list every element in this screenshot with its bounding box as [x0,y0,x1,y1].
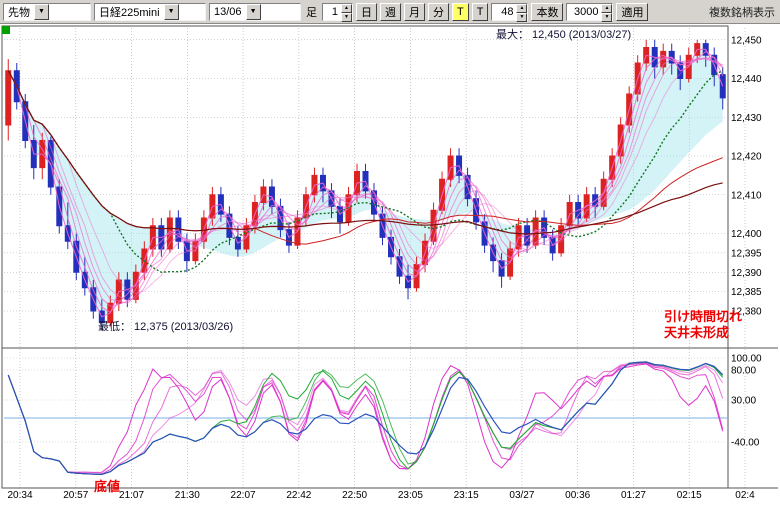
svg-text:12,380: 12,380 [731,307,762,318]
tick-count-stepper[interactable]: 48 ▲▼ [491,3,528,21]
symbol-select-value: 日経225mini [95,4,164,20]
spinner-arrows-icon[interactable]: ▲▼ [341,4,352,20]
svg-text:12,440: 12,440 [731,74,762,85]
bars-value: 3000 [567,4,601,20]
svg-text:02:15: 02:15 [677,490,702,500]
tick-count-value: 48 [492,4,516,20]
svg-text:12,390: 12,390 [731,268,762,279]
tick-mode-toggle[interactable]: T [452,3,469,21]
price-chart-canvas[interactable]: 12,450 12,440 12,430 12,420 12,410 12,400 12,3… [0,24,780,500]
svg-text:02:4: 02:4 [735,490,755,500]
svg-text:22:07: 22:07 [231,490,256,500]
category-select[interactable]: 先物 ▼ [3,3,91,21]
apply-button[interactable]: 適用 [616,3,648,21]
svg-text:01:27: 01:27 [621,490,646,500]
svg-text:-40.00: -40.00 [731,438,760,449]
toolbar: 先物 ▼ 日経225mini ▼ 13/06 ▼ 足 1 ▲▼ 日 週 月 分 … [0,0,780,24]
svg-text:21:07: 21:07 [119,490,144,500]
chart-area: 12,450 12,440 12,430 12,420 12,410 12,400 12,3… [0,24,780,500]
period-day-button[interactable]: 日 [356,3,377,21]
chevron-down-icon[interactable]: ▼ [34,4,49,20]
bars-stepper[interactable]: 3000 ▲▼ [566,3,613,21]
spinner-arrows-icon[interactable]: ▲▼ [601,4,612,20]
svg-text:30.00: 30.00 [731,396,756,407]
period-minute-button[interactable]: 分 [428,3,449,21]
svg-text:12,385: 12,385 [731,287,762,298]
corner-marker-icon [2,26,10,34]
svg-text:12,410: 12,410 [731,190,762,201]
svg-text:100.00: 100.00 [731,354,762,365]
interval-value: 1 [323,4,341,20]
category-select-value: 先物 [4,4,34,20]
t-button[interactable]: T [472,3,489,21]
svg-text:12,420: 12,420 [731,152,762,163]
interval-stepper[interactable]: 1 ▲▼ [322,3,353,21]
svg-text:22:42: 22:42 [286,490,311,500]
svg-text:23:05: 23:05 [398,490,423,500]
svg-text:20:34: 20:34 [7,490,32,500]
svg-text:12,430: 12,430 [731,113,762,124]
contract-select[interactable]: 13/06 ▼ [209,3,301,21]
chevron-down-icon[interactable]: ▼ [246,4,261,20]
symbol-select[interactable]: 日経225mini ▼ [94,3,206,21]
svg-text:12,395: 12,395 [731,248,762,259]
period-week-button[interactable]: 週 [380,3,401,21]
svg-text:00:36: 00:36 [565,490,590,500]
svg-text:23:15: 23:15 [454,490,479,500]
svg-text:12,400: 12,400 [731,229,762,240]
svg-text:21:30: 21:30 [175,490,200,500]
ashi-label: 足 [304,4,319,20]
contract-select-value: 13/06 [210,6,246,18]
spinner-arrows-icon[interactable]: ▲▼ [516,4,527,20]
svg-text:20:57: 20:57 [63,490,88,500]
svg-text:12,450: 12,450 [731,35,762,46]
honsu-button[interactable]: 本数 [531,3,563,21]
chevron-down-icon[interactable]: ▼ [164,4,179,20]
svg-text:22:50: 22:50 [342,490,367,500]
period-month-button[interactable]: 月 [404,3,425,21]
svg-text:80.00: 80.00 [731,366,756,377]
multi-symbol-link[interactable]: 複数銘柄表示 [709,4,777,20]
svg-text:03/27: 03/27 [509,490,534,500]
oscillator-panel [4,358,727,474]
